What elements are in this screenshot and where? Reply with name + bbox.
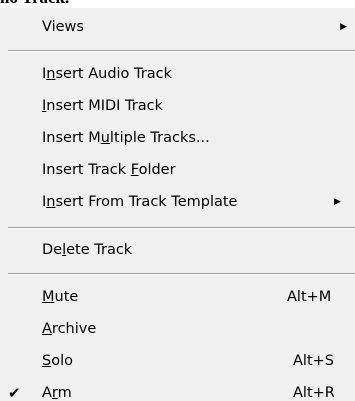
menu-item-insert-audio-track[interactable]: Insert Audio Track <box>0 59 355 89</box>
menu-item-archive[interactable]: Archive <box>0 314 355 344</box>
menu-item-label: Insert Multiple Tracks... <box>42 130 210 146</box>
menu-item-label: Solo <box>42 353 73 369</box>
menu-item-solo[interactable]: Solo Alt+S <box>0 346 355 376</box>
menu-item-mute[interactable]: Mute Alt+M <box>0 282 355 312</box>
menu-item-insert-from-track-template[interactable]: Insert From Track Template ▶ <box>0 187 355 217</box>
menu-item-label: Insert Audio Track <box>42 66 172 82</box>
menu-separator <box>8 227 355 229</box>
menu-item-shortcut: Alt+R <box>293 385 335 401</box>
menu-item-views[interactable]: Views ▶ <box>0 12 355 42</box>
menu-item-shortcut: Alt+M <box>287 289 332 305</box>
page-caption: lio Track. <box>0 0 355 8</box>
menu-item-label: Archive <box>42 321 97 337</box>
menu-item-insert-track-folder[interactable]: Insert Track Folder <box>0 155 355 185</box>
menu-item-arm[interactable]: ✔ Arm Alt+R <box>0 378 355 401</box>
menu-item-label: Insert From Track Template <box>42 194 238 210</box>
menu-item-delete-track[interactable]: Delete Track <box>0 235 355 265</box>
menu-item-shortcut: Alt+S <box>293 353 334 369</box>
submenu-arrow-icon: ▶ <box>340 22 347 32</box>
track-context-menu: Views ▶ Insert Audio Track Insert MIDI T… <box>0 8 355 401</box>
checkmark-icon: ✔ <box>8 384 21 401</box>
submenu-arrow-icon: ▶ <box>334 197 341 207</box>
menu-separator <box>8 50 355 52</box>
menu-item-label: Views <box>42 19 84 35</box>
menu-item-insert-multiple-tracks[interactable]: Insert Multiple Tracks... <box>0 123 355 153</box>
menu-item-label: Delete Track <box>42 242 133 258</box>
menu-item-label: Mute <box>42 289 79 305</box>
menu-item-label: Insert Track Folder <box>42 162 176 178</box>
menu-item-insert-midi-track[interactable]: Insert MIDI Track <box>0 91 355 121</box>
menu-item-label: Arm <box>42 385 72 401</box>
menu-item-label: Insert MIDI Track <box>42 98 163 114</box>
menu-separator <box>8 273 355 275</box>
